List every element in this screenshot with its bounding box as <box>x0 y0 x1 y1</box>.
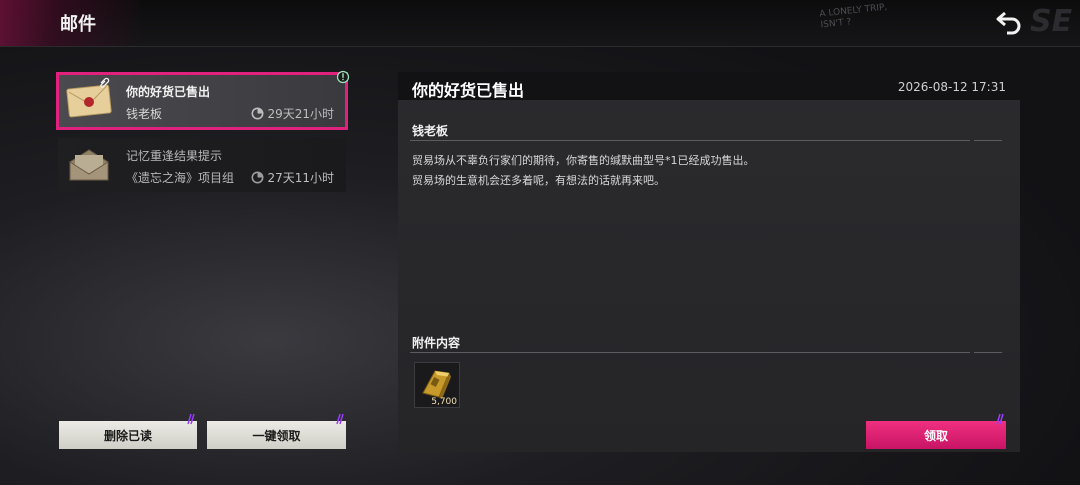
mail-body-line: 贸易场从不辜负行家们的期待，你寄售的缄默曲型号*1已经成功售出。 <box>412 154 755 167</box>
mail-item[interactable]: 记忆重逢结果提示 《遗忘之海》项目组 27天11小时 <box>58 138 346 192</box>
claim-label: 领取 <box>923 428 948 443</box>
attachment-item[interactable]: 5,700 <box>414 362 460 408</box>
mail-detail-header: 你的好货已售出 2026-08-12 17:31 <box>398 72 1020 100</box>
mail-subject: 你的好货已售出 <box>126 85 211 99</box>
divider <box>974 352 1002 353</box>
clock-icon <box>251 107 264 120</box>
decorative-caption: A LONELY TRIP, ISN'T ? <box>819 3 889 32</box>
mail-expire-time: 29天21小时 <box>251 105 334 122</box>
mail-expire-text: 29天21小时 <box>267 107 334 121</box>
mail-sender: 《遗忘之海》项目组 <box>126 171 235 185</box>
decorative-logo-text: SE <box>1030 4 1073 39</box>
back-arrow-icon <box>996 11 1021 35</box>
mail-body-line: 贸易场的生意机会还多着呢，有想法的话就再来吧。 <box>412 174 665 187</box>
mail-expire-text: 27天11小时 <box>267 171 334 185</box>
attachment-clip-icon <box>100 77 110 88</box>
divider <box>974 140 1002 141</box>
mail-detail-sender: 钱老板 <box>412 124 449 138</box>
attachment-quantity: 5,700 <box>431 397 457 407</box>
corner-slash-icon <box>187 413 195 425</box>
top-bar: 邮件 A LONELY TRIP, ISN'T ? SE <box>0 0 1080 47</box>
opened-envelope-icon <box>69 149 109 181</box>
clock-icon <box>251 171 264 184</box>
claim-button[interactable]: 领取 <box>866 413 1006 449</box>
mail-detail-timestamp: 2026-08-12 17:31 <box>897 80 1006 94</box>
mail-expire-time: 27天11小时 <box>251 169 334 186</box>
new-mail-badge-icon <box>336 70 350 84</box>
mail-detail-title: 你的好货已售出 <box>412 81 525 100</box>
mail-list: 你的好货已售出 钱老板 29天21小时 记忆重逢结果提示 《遗忘之海》项目组 2… <box>56 70 350 202</box>
delete-read-button[interactable]: 删除已读 <box>59 413 197 449</box>
claim-all-label: 一键领取 <box>252 428 301 443</box>
divider <box>410 352 970 353</box>
mail-item-selected[interactable]: 你的好货已售出 钱老板 29天21小时 <box>56 70 350 130</box>
page-title: 邮件 <box>60 14 96 35</box>
corner-slash-icon <box>336 413 344 425</box>
corner-slash-icon <box>996 413 1004 425</box>
attachments-label: 附件内容 <box>412 336 461 350</box>
back-button[interactable] <box>992 8 1026 38</box>
mail-sender: 钱老板 <box>126 107 163 121</box>
delete-read-label: 删除已读 <box>103 428 152 443</box>
mail-subject: 记忆重逢结果提示 <box>126 149 223 163</box>
divider <box>410 140 970 141</box>
claim-all-button[interactable]: 一键领取 <box>207 413 346 449</box>
mail-detail-panel: 你的好货已售出 2026-08-12 17:31 钱老板 贸易场从不辜负行家们的… <box>398 72 1020 452</box>
